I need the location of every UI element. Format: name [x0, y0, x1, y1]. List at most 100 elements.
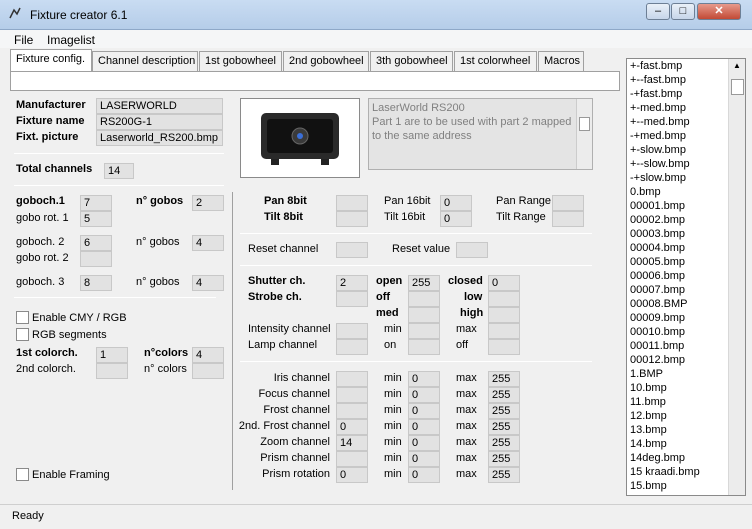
- reset-value-field[interactable]: [456, 242, 488, 258]
- beam-channel-field[interactable]: 0: [336, 467, 368, 483]
- beam-min-field[interactable]: 0: [408, 435, 440, 451]
- tab-fixture-config[interactable]: Fixture config.: [10, 49, 92, 71]
- scroll-up-icon[interactable]: ▲: [731, 61, 743, 73]
- fixture-picture: [240, 98, 360, 178]
- ncolors1-label: n°colors: [144, 347, 189, 359]
- open-field[interactable]: 255: [408, 275, 440, 291]
- beam-min-field[interactable]: 0: [408, 387, 440, 403]
- enable-framing-checkbox[interactable]: [16, 468, 29, 481]
- goboch3-field[interactable]: 8: [80, 275, 112, 291]
- divider: [240, 265, 592, 266]
- goboch1-field[interactable]: 7: [80, 195, 112, 211]
- ngobos1-field[interactable]: 2: [192, 195, 224, 211]
- closed-label: closed: [448, 275, 483, 287]
- lamp-field[interactable]: [336, 339, 368, 355]
- ngobos1-label: n° gobos: [136, 195, 184, 207]
- minimize-button[interactable]: –: [646, 3, 670, 20]
- shutter-field[interactable]: 2: [336, 275, 368, 291]
- reset-channel-field[interactable]: [336, 242, 368, 258]
- tab-2nd-gobowheel[interactable]: 2nd gobowheel: [283, 51, 369, 71]
- beam-max-field[interactable]: 255: [488, 435, 520, 451]
- colorch1-field[interactable]: 1: [96, 347, 128, 363]
- beam-channel-field[interactable]: 0: [336, 419, 368, 435]
- med-field[interactable]: [408, 307, 440, 323]
- gobo-rot1-field[interactable]: 5: [80, 211, 112, 227]
- high-field[interactable]: [488, 307, 520, 323]
- off-field[interactable]: [408, 291, 440, 307]
- beam-max-field[interactable]: 255: [488, 403, 520, 419]
- ngobos2-field[interactable]: 4: [192, 235, 224, 251]
- lamp-off-field[interactable]: [488, 339, 520, 355]
- beam-channel-field[interactable]: [336, 451, 368, 467]
- beam-max-label: max: [456, 372, 477, 384]
- beam-min-field[interactable]: 0: [408, 419, 440, 435]
- rgb-segments-checkbox[interactable]: [16, 328, 29, 341]
- beam-min-field[interactable]: 0: [408, 467, 440, 483]
- ncolors2-field[interactable]: [192, 363, 224, 379]
- menu-file[interactable]: File: [14, 33, 33, 47]
- fixture-picture-field[interactable]: Laserworld_RS200.bmp: [96, 130, 223, 146]
- beam-max-field[interactable]: 255: [488, 371, 520, 387]
- tab-1st-gobowheel[interactable]: 1st gobowheel: [199, 51, 282, 71]
- beam-min-field[interactable]: 0: [408, 403, 440, 419]
- manufacturer-label: Manufacturer: [16, 99, 86, 111]
- menu-imagelist[interactable]: Imagelist: [47, 33, 95, 47]
- beam-max-label: max: [456, 452, 477, 464]
- fixture-name-field[interactable]: RS200G-1: [96, 114, 223, 130]
- imagelist[interactable]: +-fast.bmp +--fast.bmp -+fast.bmp +-med.bmp…: [626, 58, 746, 496]
- closed-field[interactable]: 0: [488, 275, 520, 291]
- colorch2-label: 2nd colorch.: [16, 363, 76, 375]
- beam-max-field[interactable]: 255: [488, 451, 520, 467]
- colorch1-label: 1st colorch.: [16, 347, 78, 359]
- pan16-label: Pan 16bit: [384, 195, 431, 207]
- colorch2-field[interactable]: [96, 363, 128, 379]
- total-channels-field[interactable]: 14: [104, 163, 134, 179]
- intensity-max-field[interactable]: [488, 323, 520, 339]
- tab-3th-gobowheel[interactable]: 3th gobowheel: [370, 51, 453, 71]
- goboch2-field[interactable]: 6: [80, 235, 112, 251]
- strobe-field[interactable]: [336, 291, 368, 307]
- imagelist-scrollbar[interactable]: ▲: [728, 59, 745, 495]
- fixture-description[interactable]: LaserWorld RS200 Part 1 are to be used w…: [368, 98, 593, 170]
- tilt-range-field[interactable]: [552, 211, 584, 227]
- pan8-field[interactable]: [336, 195, 368, 211]
- intensity-field[interactable]: [336, 323, 368, 339]
- gobo-rot2-field[interactable]: [80, 251, 112, 267]
- beam-max-field[interactable]: 255: [488, 467, 520, 483]
- enable-cmy-label: Enable CMY / RGB: [32, 312, 127, 324]
- ncolors1-field[interactable]: 4: [192, 347, 224, 363]
- beam-max-label: max: [456, 468, 477, 480]
- beam-max-field[interactable]: 255: [488, 419, 520, 435]
- pan16-field[interactable]: 0: [440, 195, 472, 211]
- scroll-thumb[interactable]: [731, 79, 744, 95]
- tab-1st-colorwheel[interactable]: 1st colorwheel: [454, 51, 537, 71]
- strobe-label: Strobe ch.: [248, 291, 302, 303]
- beam-min-field[interactable]: 0: [408, 371, 440, 387]
- close-button[interactable]: ✕: [697, 3, 741, 20]
- intensity-min-field[interactable]: [408, 323, 440, 339]
- beam-min-label: min: [384, 372, 402, 384]
- tilt8-field[interactable]: [336, 211, 368, 227]
- beam-channel-field[interactable]: [336, 371, 368, 387]
- enable-cmy-checkbox[interactable]: [16, 311, 29, 324]
- beam-channel-field[interactable]: 14: [336, 435, 368, 451]
- low-field[interactable]: [488, 291, 520, 307]
- maximize-button[interactable]: □: [671, 3, 695, 20]
- description-scrollbar[interactable]: [576, 99, 592, 169]
- divider: [240, 361, 592, 362]
- beam-min-field[interactable]: 0: [408, 451, 440, 467]
- tab-channel-description[interactable]: Channel description: [92, 51, 198, 71]
- reset-channel-label: Reset channel: [248, 243, 319, 255]
- tilt16-field[interactable]: 0: [440, 211, 472, 227]
- beam-max-field[interactable]: 255: [488, 387, 520, 403]
- goboch3-label: goboch. 3: [16, 276, 65, 288]
- lamp-on-field[interactable]: [408, 339, 440, 355]
- beam-channel-field[interactable]: [336, 403, 368, 419]
- beam-channel-label: Prism rotation: [262, 468, 330, 480]
- pan-range-field[interactable]: [552, 195, 584, 211]
- tab-macros[interactable]: Macros: [538, 51, 584, 71]
- manufacturer-field[interactable]: LASERWORLD: [96, 98, 223, 114]
- enable-framing-label: Enable Framing: [32, 469, 110, 481]
- ngobos3-field[interactable]: 4: [192, 275, 224, 291]
- beam-channel-field[interactable]: [336, 387, 368, 403]
